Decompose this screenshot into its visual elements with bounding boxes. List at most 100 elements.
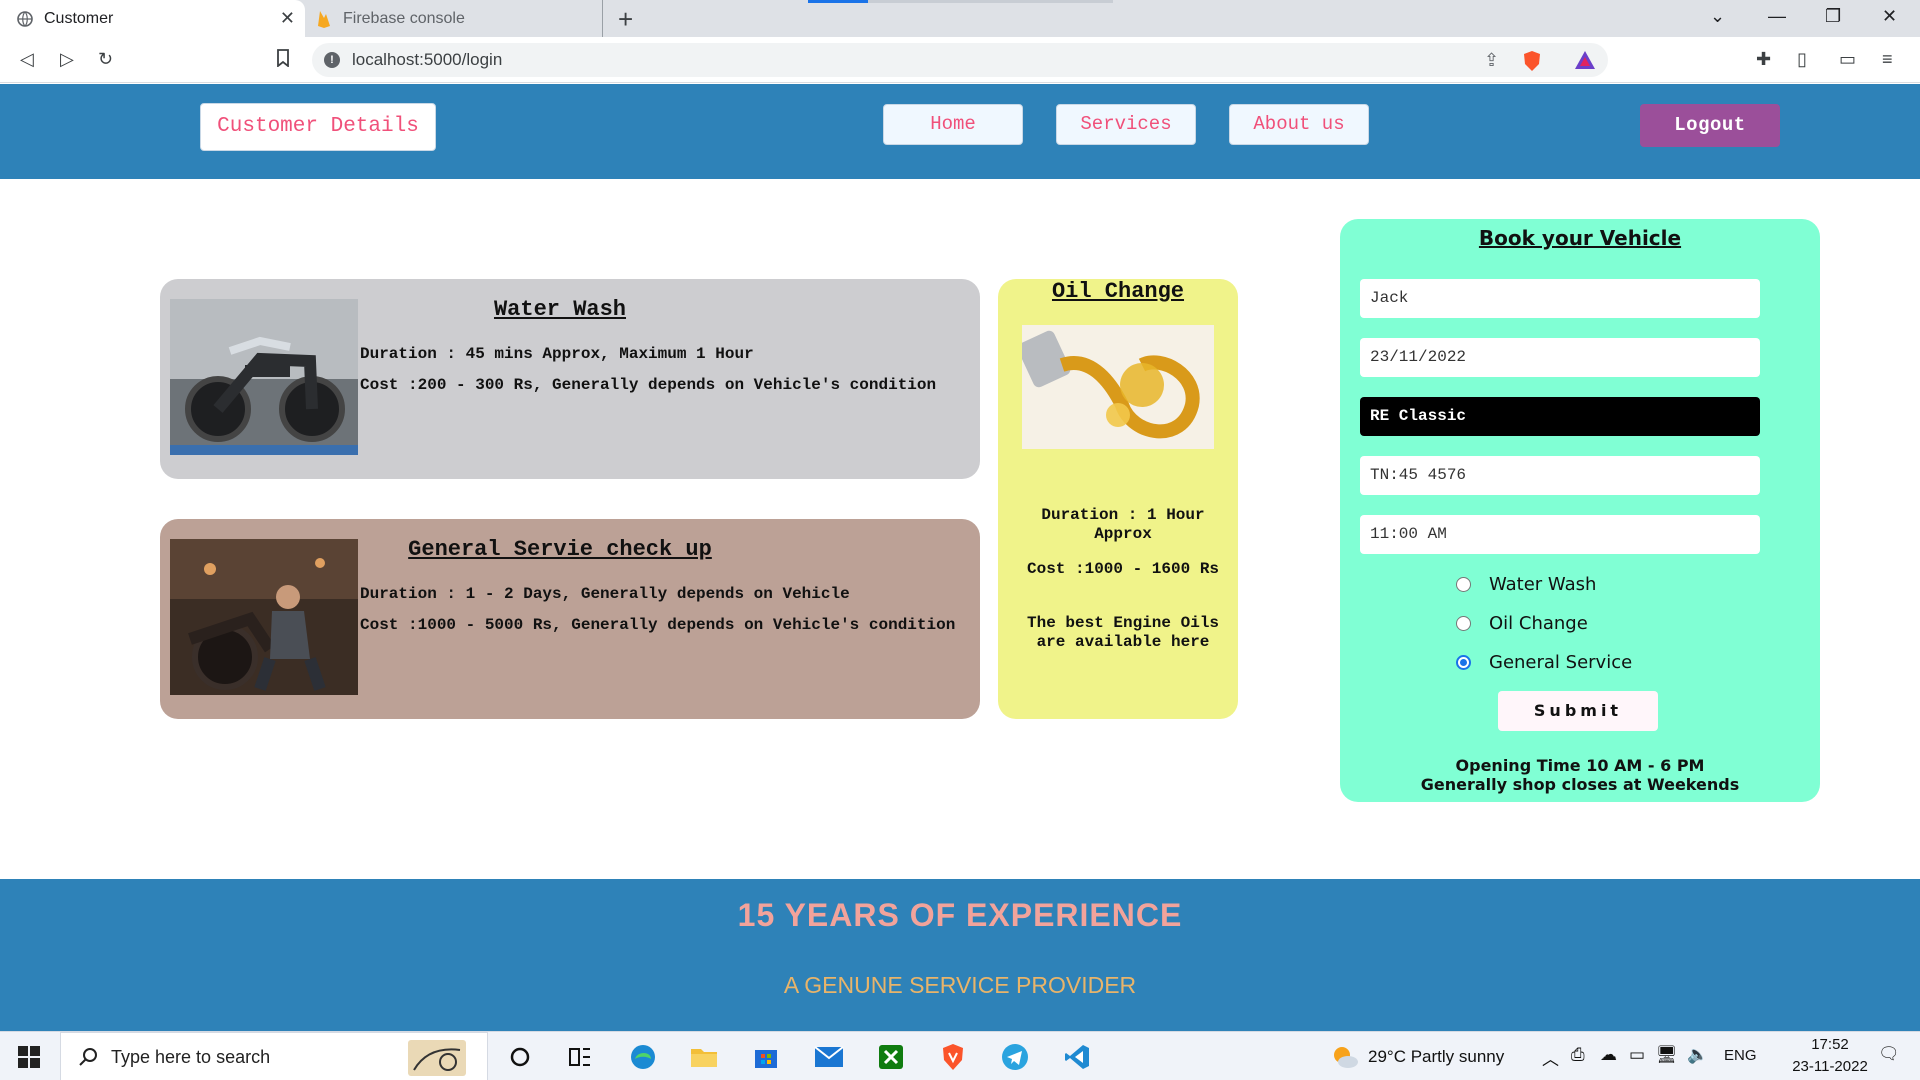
search-highlight-icon[interactable] bbox=[407, 1039, 467, 1077]
motorcycle-image bbox=[170, 299, 358, 455]
oil-change-duration: Duration : 1 Hour Approx bbox=[1041, 506, 1205, 543]
extensions-icon[interactable]: ✚ bbox=[1756, 49, 1771, 70]
water-wash-cost: Cost :200 - 300 Rs, Generally depends on… bbox=[360, 376, 937, 394]
weather-text[interactable]: 29°C Partly sunny bbox=[1368, 1047, 1504, 1067]
tab-search-icon[interactable]: ⌄ bbox=[1710, 6, 1725, 27]
forward-icon[interactable]: ▷ bbox=[60, 49, 74, 70]
telegram-icon[interactable] bbox=[1000, 1042, 1030, 1072]
network-icon[interactable]: 🖥 bbox=[1656, 1045, 1678, 1065]
time-field[interactable]: 11:00 AM bbox=[1360, 515, 1760, 554]
radio-water-wash[interactable] bbox=[1456, 577, 1471, 592]
option-general-service[interactable]: General Service bbox=[1456, 652, 1632, 673]
site-footer: 15 YEARS OF EXPERIENCE A GENUNE SERVICE … bbox=[0, 879, 1920, 1031]
water-wash-card: Water Wash Duration : 45 mins Approx, Ma… bbox=[160, 279, 980, 479]
tab-label: Customer bbox=[44, 9, 114, 27]
oil-change-cost: Cost :1000 - 1600 Rs bbox=[1026, 560, 1220, 578]
show-hidden-icons[interactable]: ︿ bbox=[1542, 1045, 1559, 1070]
globe-icon bbox=[16, 10, 34, 28]
minimize-button[interactable]: — bbox=[1768, 6, 1786, 27]
mechanic-image bbox=[170, 539, 358, 695]
file-explorer-icon[interactable] bbox=[689, 1042, 719, 1072]
battery-icon[interactable]: ▭ bbox=[1629, 1045, 1645, 1065]
menu-icon[interactable]: ≡ bbox=[1882, 49, 1893, 70]
tab-strip-indicator bbox=[808, 0, 868, 3]
site-info-icon[interactable]: ! bbox=[324, 52, 340, 68]
submit-button[interactable]: Submit bbox=[1498, 691, 1658, 731]
search-placeholder: Type here to search bbox=[111, 1047, 271, 1067]
restore-button[interactable]: ❐ bbox=[1825, 6, 1841, 27]
volume-icon[interactable]: 🔈 bbox=[1687, 1045, 1708, 1065]
registration-number-field[interactable]: TN:45 4576 bbox=[1360, 456, 1760, 495]
close-tab-icon[interactable]: ✕ bbox=[280, 8, 295, 29]
tagline: A GENUNE SERVICE PROVIDER bbox=[783, 972, 1137, 998]
option-water-wash[interactable]: Water Wash bbox=[1456, 574, 1596, 595]
windows-start-icon[interactable] bbox=[14, 1042, 44, 1072]
option-label: Oil Change bbox=[1489, 613, 1588, 634]
general-service-card: General Servie check up Duration : 1 - 2… bbox=[160, 519, 980, 719]
general-service-cost: Cost :1000 - 5000 Rs, Generally depends … bbox=[360, 616, 956, 634]
task-view-icon[interactable] bbox=[565, 1042, 595, 1072]
radio-oil-change[interactable] bbox=[1456, 616, 1471, 631]
tab-label: Firebase console bbox=[343, 9, 465, 27]
weather-icon[interactable] bbox=[1330, 1042, 1360, 1072]
booking-form: Book your Vehicle Jack 23/11/2022 RE Cla… bbox=[1340, 219, 1820, 802]
opening-hours: Opening Time 10 AM - 6 PM bbox=[1455, 756, 1705, 775]
address-bar[interactable]: ! localhost:5000/login ⇪ bbox=[312, 43, 1608, 77]
url-text[interactable]: localhost:5000/login bbox=[352, 50, 502, 70]
language-indicator[interactable]: ENG bbox=[1724, 1047, 1757, 1064]
brave-browser-icon[interactable] bbox=[938, 1042, 968, 1072]
search-icon bbox=[73, 1042, 103, 1072]
browser-tab-bar: Customer ✕ Firebase console + ⌄ — ❐ ✕ bbox=[0, 0, 1920, 37]
water-wash-title: Water Wash bbox=[493, 297, 627, 322]
vscode-icon[interactable] bbox=[1062, 1042, 1092, 1072]
browser-toolbar: ◁ ▷ ↻ ! localhost:5000/login ⇪ ✚ ▯ ▭ ≡ bbox=[0, 37, 1920, 83]
experience-heading: 15 YEARS OF EXPERIENCE bbox=[737, 897, 1183, 933]
oil-change-card: Oil Change Duration : 1 Hour Approx Cost… bbox=[998, 279, 1238, 719]
brave-shield-icon[interactable] bbox=[1522, 50, 1542, 77]
back-icon[interactable]: ◁ bbox=[20, 49, 34, 70]
general-service-title: General Servie check up bbox=[408, 537, 712, 562]
name-field[interactable]: Jack bbox=[1360, 279, 1760, 318]
meet-now-icon[interactable]: ⎙ bbox=[1571, 1045, 1585, 1065]
vehicle-model-field[interactable]: RE Classic bbox=[1360, 397, 1760, 436]
edge-browser-icon[interactable] bbox=[628, 1042, 658, 1072]
share-icon[interactable]: ⇪ bbox=[1484, 50, 1499, 71]
notification-icon[interactable]: 🗨 bbox=[1878, 1044, 1900, 1064]
nav-home-button[interactable]: Home bbox=[883, 104, 1023, 145]
tab-customer[interactable]: Customer ✕ bbox=[0, 0, 305, 37]
site-header: Customer Details Home Services About us … bbox=[0, 84, 1920, 179]
option-label: Water Wash bbox=[1489, 574, 1597, 595]
tab-strip-indicator-track bbox=[868, 0, 1113, 3]
option-oil-change[interactable]: Oil Change bbox=[1456, 613, 1588, 634]
tab-firebase[interactable]: Firebase console bbox=[305, 0, 603, 37]
radio-general-service[interactable] bbox=[1456, 655, 1471, 670]
water-wash-duration: Duration : 45 mins Approx, Maximum 1 Hou… bbox=[360, 345, 754, 363]
wallet-icon[interactable]: ▭ bbox=[1839, 49, 1856, 70]
oil-change-note: The best Engine Oils are available here bbox=[1026, 614, 1220, 651]
date-field[interactable]: 23/11/2022 bbox=[1360, 338, 1760, 377]
weekend-notice: Generally shop closes at Weekends bbox=[1420, 775, 1740, 794]
new-tab-button[interactable]: + bbox=[618, 4, 633, 35]
general-service-duration: Duration : 1 - 2 Days, Generally depends… bbox=[360, 585, 850, 603]
bookmark-icon[interactable] bbox=[276, 49, 290, 72]
close-window-button[interactable]: ✕ bbox=[1882, 6, 1897, 27]
onedrive-icon[interactable]: ☁ bbox=[1600, 1045, 1617, 1065]
xbox-icon[interactable] bbox=[876, 1042, 906, 1072]
clock-date[interactable]: 23-11-2022 bbox=[1768, 1058, 1892, 1075]
logout-button[interactable]: Logout bbox=[1640, 104, 1780, 147]
mail-icon[interactable] bbox=[814, 1042, 844, 1072]
nav-about-button[interactable]: About us bbox=[1229, 104, 1369, 145]
clock-time[interactable]: 17:52 bbox=[1790, 1036, 1870, 1053]
microsoft-store-icon[interactable] bbox=[751, 1042, 781, 1072]
reload-icon[interactable]: ↻ bbox=[98, 49, 113, 70]
windows-taskbar: Type here to search 29°C Partly sunny ︿ … bbox=[0, 1031, 1920, 1080]
oil-change-title: Oil Change bbox=[1051, 279, 1185, 304]
engine-oil-image bbox=[1022, 325, 1214, 449]
taskbar-search[interactable]: Type here to search bbox=[60, 1032, 488, 1080]
sidebar-icon[interactable]: ▯ bbox=[1797, 49, 1807, 70]
cortana-icon[interactable] bbox=[505, 1042, 535, 1072]
nav-services-button[interactable]: Services bbox=[1056, 104, 1196, 145]
customer-details-button[interactable]: Customer Details bbox=[200, 103, 436, 151]
brave-rewards-icon[interactable] bbox=[1574, 50, 1596, 75]
firebase-icon bbox=[315, 10, 333, 28]
